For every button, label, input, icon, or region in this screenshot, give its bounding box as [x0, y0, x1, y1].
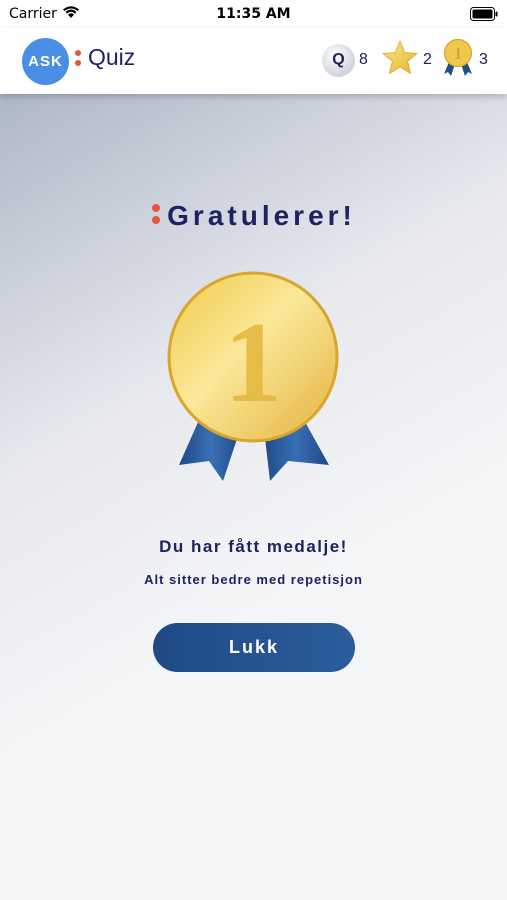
status-bar: Carrier 11:35 AM: [0, 0, 507, 28]
star-count-stat[interactable]: 2: [381, 39, 432, 82]
quiz-count: 8: [359, 51, 368, 68]
star-count: 2: [423, 51, 432, 68]
battery-icon: [470, 7, 498, 25]
quiz-badge-label: Q: [332, 51, 345, 68]
app-header: ASK Quiz Q 8 2 1 3: [0, 28, 507, 94]
congrats-text: Gratulerer!: [167, 200, 356, 231]
star-icon: [381, 39, 419, 82]
ask-logo[interactable]: ASK: [22, 38, 69, 85]
quiz-count-stat[interactable]: Q 8: [322, 40, 368, 80]
medal-icon-number: 1: [454, 44, 463, 63]
repetition-note: Alt sitter bedre med repetisjon: [144, 572, 363, 587]
colon-icon: [74, 46, 82, 75]
close-button[interactable]: Lukk: [153, 623, 355, 672]
medal-subtitle: Du har fått medalje!: [159, 537, 348, 556]
medal-icon: 1: [441, 38, 475, 83]
medal-count: 3: [479, 51, 488, 68]
gold-medal-icon: 1: [163, 271, 344, 488]
colon-icon: [151, 201, 161, 234]
medal-number: 1: [224, 299, 282, 427]
quiz-badge-icon: Q: [322, 43, 355, 77]
logo-text: ASK: [28, 53, 63, 70]
congrats-heading: Gratulerer!: [0, 200, 507, 234]
clock: 11:35 AM: [216, 6, 291, 22]
app-title: Quiz: [88, 44, 136, 70]
medal-count-stat[interactable]: 1 3: [441, 38, 488, 83]
